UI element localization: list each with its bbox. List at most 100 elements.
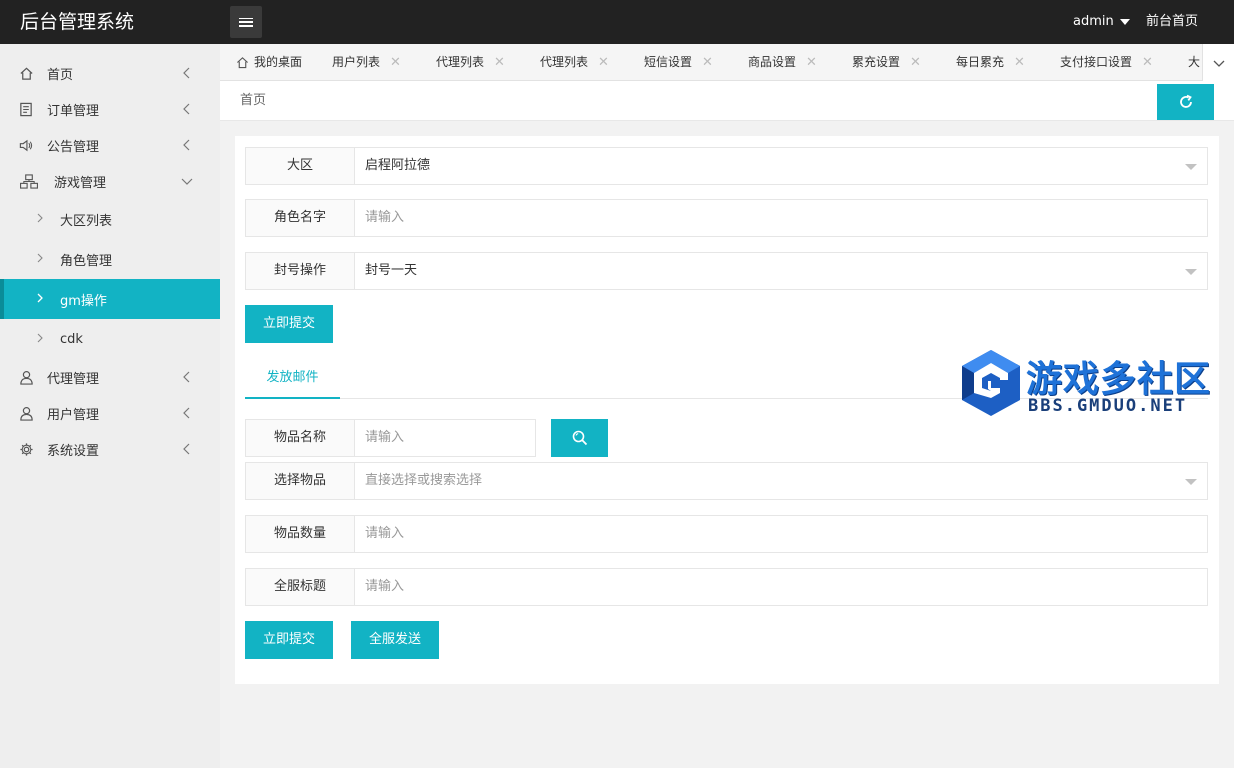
close-icon[interactable]: ✕ bbox=[1014, 44, 1025, 80]
user-icon bbox=[18, 369, 34, 385]
tab-truncated[interactable]: 大 bbox=[1188, 44, 1201, 80]
sidebar-item-label: 订单管理 bbox=[47, 103, 100, 119]
close-icon[interactable]: ✕ bbox=[910, 44, 921, 80]
tabs-more-button[interactable] bbox=[1202, 44, 1234, 81]
close-icon[interactable]: ✕ bbox=[494, 44, 505, 80]
sidebar-subitem-gm-operations[interactable]: gm操作 bbox=[0, 279, 220, 319]
tab-recharge-settings[interactable]: 累充设置 ✕ bbox=[852, 44, 921, 80]
item-quantity-label: 物品数量 bbox=[246, 516, 355, 552]
role-name-row: 角色名字 bbox=[245, 199, 1208, 237]
sidebar-subitem-label: cdk bbox=[60, 331, 83, 347]
chevron-right-icon bbox=[37, 293, 43, 303]
item-search-button[interactable] bbox=[551, 419, 608, 457]
sidebar-subitem-label: gm操作 bbox=[60, 293, 107, 309]
top-header: 后台管理系统 admin 前台首页 bbox=[0, 0, 1234, 44]
home-icon bbox=[237, 57, 248, 69]
tab-product-settings[interactable]: 商品设置 ✕ bbox=[748, 44, 817, 80]
ban-operation-select[interactable]: 封号一天 bbox=[355, 253, 1207, 289]
sidebar-item-orders[interactable]: 订单管理 bbox=[0, 91, 220, 127]
tab-send-mail[interactable]: 发放邮件 bbox=[245, 358, 340, 399]
select-item-placeholder: 直接选择或搜索选择 bbox=[365, 473, 483, 488]
tab-my-desktop[interactable]: 我的桌面 bbox=[236, 44, 303, 80]
gear-icon bbox=[18, 441, 34, 457]
close-icon[interactable]: ✕ bbox=[806, 44, 817, 80]
tab-payment-settings[interactable]: 支付接口设置 ✕ bbox=[1060, 44, 1153, 80]
close-icon[interactable]: ✕ bbox=[390, 44, 401, 80]
chevron-right-icon bbox=[37, 333, 43, 343]
tab-label: 累充设置 bbox=[852, 55, 901, 69]
server-title-row: 全服标题 bbox=[245, 568, 1208, 606]
chevron-left-icon bbox=[183, 371, 190, 383]
select-item-row: 选择物品 直接选择或搜索选择 bbox=[245, 462, 1208, 500]
item-name-input[interactable] bbox=[355, 420, 535, 456]
chevron-left-icon bbox=[183, 67, 190, 79]
server-title-label: 全服标题 bbox=[246, 569, 355, 605]
sidebar-item-system-settings[interactable]: 系统设置 bbox=[0, 431, 220, 467]
refresh-button[interactable] bbox=[1157, 84, 1214, 120]
sidebar-item-announcements[interactable]: 公告管理 bbox=[0, 127, 220, 163]
server-title-input[interactable] bbox=[355, 569, 1207, 605]
tab-label: 代理列表 bbox=[436, 55, 485, 69]
speaker-icon bbox=[18, 137, 34, 153]
item-quantity-input[interactable] bbox=[355, 516, 1207, 552]
sidebar-item-label: 代理管理 bbox=[47, 371, 100, 387]
region-select-row: 大区 启程阿拉德 bbox=[245, 147, 1208, 185]
region-label: 大区 bbox=[246, 148, 355, 184]
tab-agent-list-2[interactable]: 代理列表 ✕ bbox=[540, 44, 609, 80]
home-icon bbox=[18, 65, 34, 81]
close-icon[interactable]: ✕ bbox=[598, 44, 609, 80]
tab-label: 用户列表 bbox=[332, 55, 381, 69]
ban-selected-value: 封号一天 bbox=[365, 263, 418, 278]
sidebar-subitem-cdk[interactable]: cdk bbox=[0, 319, 220, 359]
submit-ban-button[interactable]: 立即提交 bbox=[245, 305, 334, 343]
sidebar-subitem-label: 角色管理 bbox=[60, 253, 113, 269]
tabs-bar: 我的桌面 用户列表 ✕ 代理列表 ✕ 代理列表 ✕ 短信设置 ✕ 商品设置 ✕ … bbox=[220, 44, 1234, 81]
sidebar-item-user-management[interactable]: 用户管理 bbox=[0, 395, 220, 431]
close-icon[interactable]: ✕ bbox=[1142, 44, 1153, 80]
sidebar-item-game-management[interactable]: 游戏管理 bbox=[0, 163, 220, 199]
sidebar-item-label: 公告管理 bbox=[47, 139, 100, 155]
role-name-label: 角色名字 bbox=[246, 200, 355, 236]
tab-daily-recharge[interactable]: 每日累充 ✕ bbox=[956, 44, 1025, 80]
tab-label: 我的桌面 bbox=[254, 55, 303, 69]
hamburger-icon bbox=[239, 17, 253, 27]
send-all-button[interactable]: 全服发送 bbox=[351, 621, 440, 659]
document-icon bbox=[18, 101, 34, 117]
sidebar-subitem-region-list[interactable]: 大区列表 bbox=[0, 199, 220, 239]
tab-label: 商品设置 bbox=[748, 55, 797, 69]
tab-user-list[interactable]: 用户列表 ✕ bbox=[332, 44, 401, 80]
submit-mail-button[interactable]: 立即提交 bbox=[245, 621, 334, 659]
chevron-right-icon bbox=[37, 213, 43, 223]
sidebar-subitem-role-management[interactable]: 角色管理 bbox=[0, 239, 220, 279]
caret-down-icon bbox=[1185, 269, 1197, 275]
sidebar-item-agent-management[interactable]: 代理管理 bbox=[0, 359, 220, 395]
tab-label: 大 bbox=[1188, 55, 1201, 69]
sidebar-item-home[interactable]: 首页 bbox=[0, 55, 220, 91]
item-quantity-row: 物品数量 bbox=[245, 515, 1208, 553]
frontend-home-link[interactable]: 前台首页 bbox=[1146, 0, 1198, 44]
tab-label: 支付接口设置 bbox=[1060, 55, 1133, 69]
item-name-row: 物品名称 bbox=[245, 419, 536, 457]
gmduo-logo-icon bbox=[962, 350, 1020, 416]
role-name-input[interactable] bbox=[355, 200, 1207, 236]
region-select[interactable]: 启程阿拉德 bbox=[355, 148, 1207, 184]
search-icon bbox=[572, 430, 587, 446]
caret-down-icon bbox=[1185, 479, 1197, 485]
user-name: admin bbox=[1073, 14, 1114, 29]
menu-toggle-button[interactable] bbox=[230, 6, 262, 38]
tab-sms-settings[interactable]: 短信设置 ✕ bbox=[644, 44, 713, 80]
chevron-down-icon bbox=[1213, 60, 1224, 67]
chevron-left-icon bbox=[183, 443, 190, 455]
close-icon[interactable]: ✕ bbox=[702, 44, 713, 80]
tab-label: 短信设置 bbox=[644, 55, 693, 69]
user-menu[interactable]: admin bbox=[1073, 0, 1130, 44]
chevron-left-icon bbox=[183, 139, 190, 151]
tab-agent-list[interactable]: 代理列表 ✕ bbox=[436, 44, 505, 80]
sidebar: 首页 订单管理 公告管理 游戏管理 大区列表 角色管理 gm操作 cdk 代理管… bbox=[0, 44, 220, 768]
watermark-title: 游戏多社区 bbox=[1026, 359, 1212, 400]
breadcrumb[interactable]: 首页 bbox=[240, 81, 266, 121]
select-item-select[interactable]: 直接选择或搜索选择 bbox=[355, 463, 1207, 499]
user-icon bbox=[18, 405, 34, 421]
caret-down-icon bbox=[1185, 164, 1197, 170]
chevron-down-icon bbox=[181, 178, 193, 185]
